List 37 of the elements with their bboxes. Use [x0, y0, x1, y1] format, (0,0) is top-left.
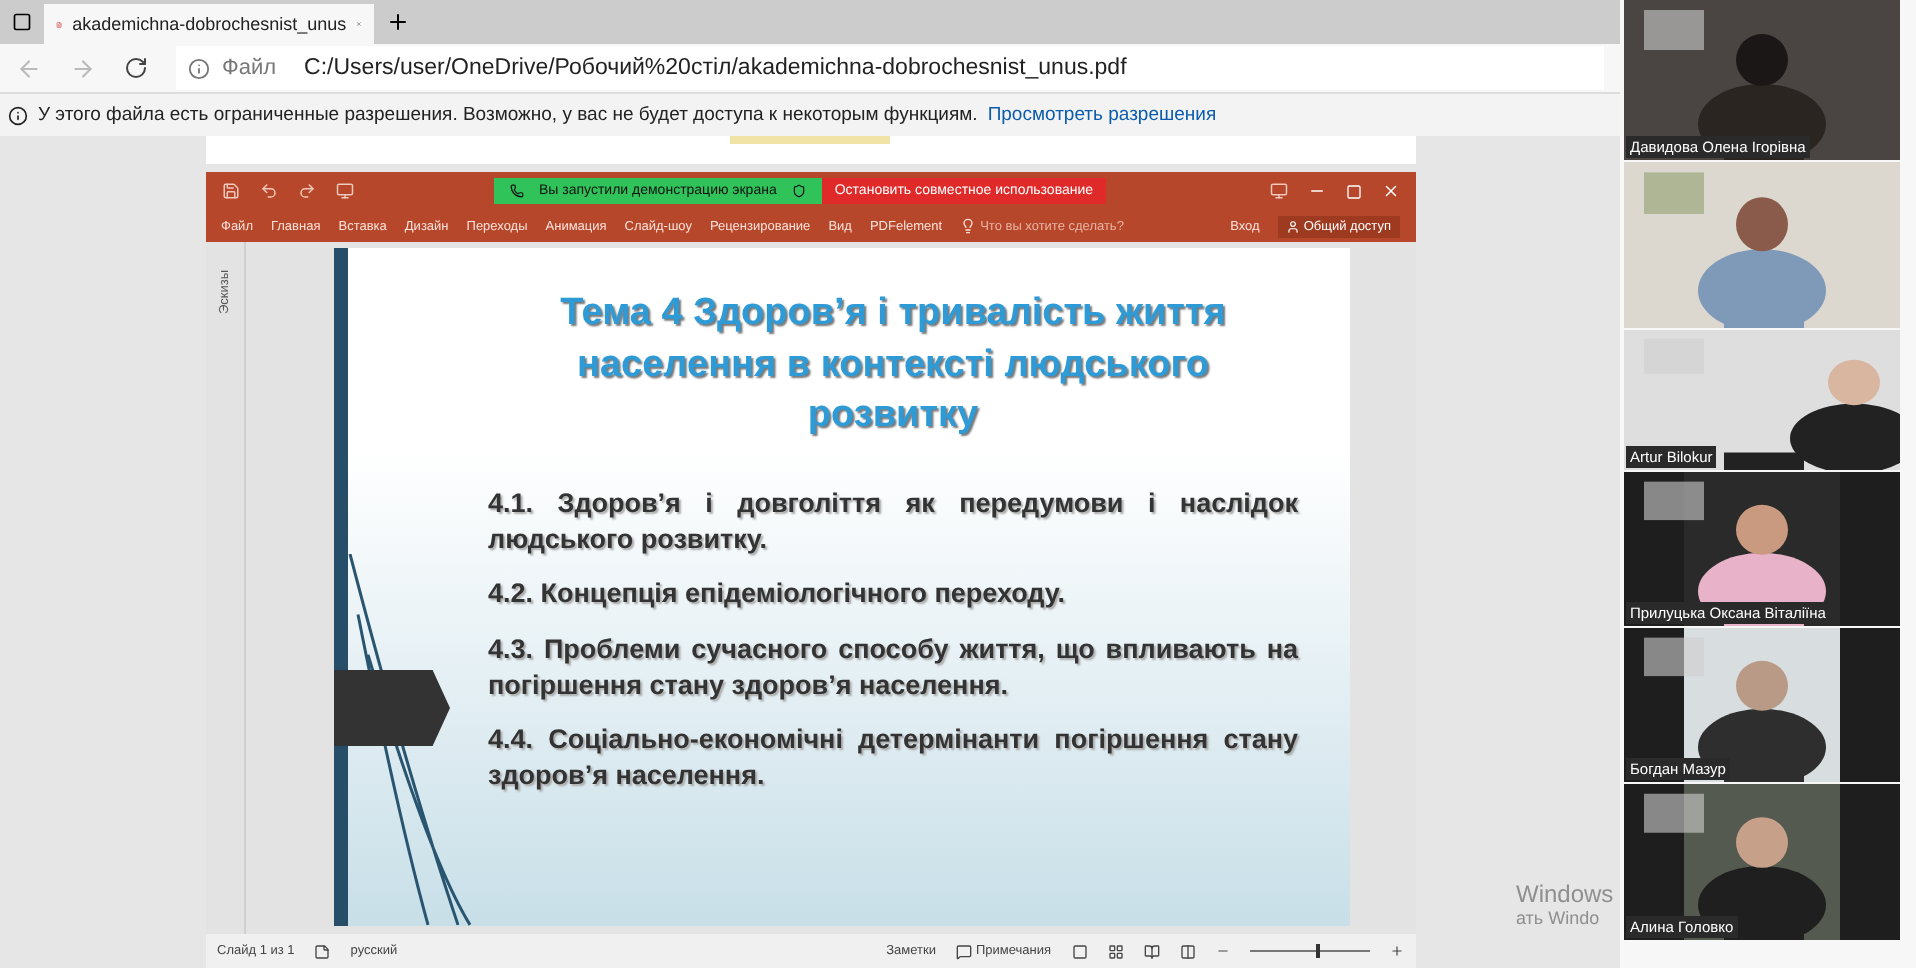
phone-icon [509, 184, 523, 198]
permissions-link[interactable]: Просмотреть разрешения [987, 104, 1217, 126]
notes-icon[interactable] [314, 943, 331, 959]
info-icon [188, 57, 210, 79]
restore-icon[interactable] [1345, 183, 1361, 199]
redo-icon[interactable] [297, 182, 315, 200]
comment-icon[interactable] [955, 943, 972, 959]
close-icon[interactable] [1381, 182, 1399, 200]
lightbulb-icon [960, 218, 977, 234]
sorter-view-icon[interactable] [1107, 943, 1123, 959]
shield-icon [792, 184, 807, 198]
slide-item: 4.2. Концепція епідеміологічного переходу. [488, 576, 1067, 613]
undo-icon[interactable] [259, 182, 277, 200]
activation-notice: ать Windo [1516, 908, 1602, 928]
slide-item: 4.1. Здоров’я і довголіття як передумови і наслідок людського розвитку. [488, 485, 1298, 559]
ribbon-display-icon[interactable] [1269, 182, 1287, 200]
zoom-out-icon[interactable] [1215, 944, 1229, 958]
zoom-in-icon[interactable] [1389, 944, 1403, 958]
person-icon [1285, 219, 1300, 233]
info-icon [8, 105, 28, 125]
slide-title: Тема 4 Здоров’я і тривалість життя населення в контексті людського розвитку [558, 290, 1228, 441]
normal-view-icon[interactable] [1071, 943, 1087, 959]
new-tab-icon[interactable] [386, 10, 410, 34]
save-icon[interactable] [221, 182, 239, 200]
slideshow-icon[interactable] [335, 182, 353, 200]
slideshow-view-icon[interactable] [1179, 943, 1195, 959]
slide-item: 4.3. Проблеми сучасного способу життя, що впливають на погіршення стану здоров’я населення. [488, 631, 1298, 704]
address-text: C:/Users/user/OneDrive/Робочий%20стіл/akademichna-dobrochesnist_unus.pdf [304, 56, 1127, 80]
permission-message: У этого файла есть ограниченные разрешения. Возможно, у вас не будет доступа к некоторым функциям. [38, 104, 978, 126]
address-field[interactable]: Файл C:/Users/user/OneDrive/Робочий%20стіл/akademichna-dobrochesnist_unus.pdf [176, 46, 1604, 90]
activation-notice: Windows [1516, 880, 1614, 908]
slide-item: 4.4. Соціально-економічні детермінанти погіршення стану здоров’я населення. [488, 722, 1298, 795]
browser-tab[interactable]: akademichna-dobrochesnist_unus [44, 4, 374, 44]
reload-icon[interactable] [124, 56, 148, 80]
reading-view-icon[interactable] [1143, 943, 1159, 959]
tab-actions-icon[interactable] [12, 12, 32, 32]
scheme-label: Файл [222, 56, 277, 80]
